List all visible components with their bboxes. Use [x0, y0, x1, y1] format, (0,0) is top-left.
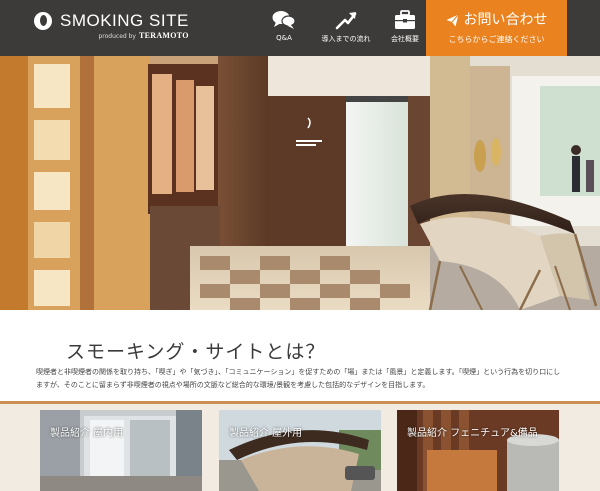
nav-company-label: 会社概要: [391, 35, 419, 43]
logo-title: SMOKING SITE: [60, 11, 189, 30]
hero-photo: [0, 56, 600, 310]
nav-qa[interactable]: Q&A: [262, 0, 306, 56]
contact-sublabel: こちらからご連絡ください: [448, 35, 545, 44]
hero-image: [0, 56, 600, 310]
chat-bubbles-icon: [272, 11, 296, 29]
product-card-indoor-label: 製品紹介 屋内用: [50, 428, 124, 439]
paper-plane-icon: [446, 13, 459, 26]
flow-arrow-icon: [335, 12, 357, 30]
logo-produced-by: produced by: [98, 33, 136, 40]
product-outdoor-image: [219, 410, 381, 491]
product-card-furniture[interactable]: 製品紹介 フェニチュア&備品: [397, 410, 559, 491]
product-card-outdoor[interactable]: 製品紹介 屋外用: [219, 410, 381, 491]
contact-button[interactable]: お問い合わせ こちらからご連絡ください: [426, 0, 567, 56]
product-card-indoor[interactable]: 製品紹介 屋内用: [40, 410, 202, 491]
intro-title: スモーキング・サイトとは？: [66, 341, 326, 363]
product-furniture-image: [397, 410, 559, 491]
product-card-furniture-label: 製品紹介 フェニチュア&備品: [407, 428, 538, 439]
nav-flow-label: 導入までの流れ: [321, 35, 371, 43]
nav-qa-label: Q&A: [276, 34, 292, 42]
logo-mark-icon: [34, 12, 52, 30]
contact-label: お問い合わせ: [463, 12, 548, 28]
nav-company[interactable]: 会社概要: [386, 0, 424, 56]
intro-body: 喫煙者と非喫煙者の関係を取り持ち、「喫ぎ」や「気づき」、「コミュニケーション」を…: [36, 368, 561, 389]
products-section: 製品紹介 屋内用 製品紹介 屋外用 製品紹介 フェニチュア&備品: [0, 404, 600, 491]
briefcase-icon: [395, 10, 415, 29]
product-indoor-image: [40, 410, 202, 491]
nav-flow[interactable]: 導入までの流れ: [316, 0, 376, 56]
site-header: SMOKING SITE produced by TERAMOTO Q&A 導入…: [0, 0, 600, 56]
site-logo[interactable]: SMOKING SITE produced by TERAMOTO: [34, 11, 189, 40]
product-card-outdoor-label: 製品紹介 屋外用: [229, 428, 303, 439]
logo-brand: TERAMOTO: [138, 31, 189, 40]
